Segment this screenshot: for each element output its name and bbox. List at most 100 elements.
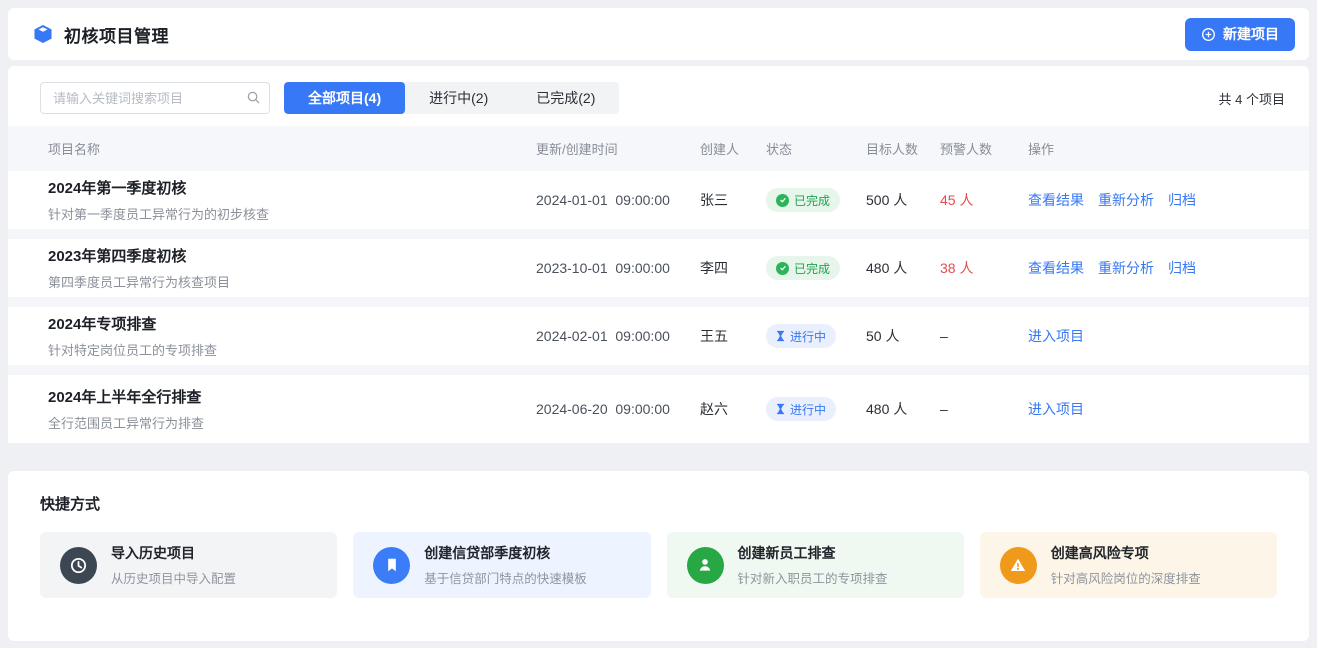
project-time: 2024-06-20 09:00:00 — [536, 401, 700, 417]
shortcut-high-risk-special[interactable]: 创建高风险专项 针对高风险岗位的深度排查 — [980, 532, 1277, 598]
view-results-link[interactable]: 查看结果 — [1028, 192, 1084, 208]
project-name: 2023年第四季度初核 — [48, 245, 536, 266]
shortcut-text: 创建信贷部季度初核 基于信贷部门特点的快速模板 — [424, 543, 587, 587]
project-time: 2024-02-01 09:00:00 — [536, 328, 700, 344]
archive-link[interactable]: 归档 — [1168, 260, 1196, 276]
warning-count: 45 人 — [940, 190, 1028, 210]
warning-count: – — [940, 401, 1028, 417]
project-time: 2024-01-01 09:00:00 — [536, 192, 700, 208]
col-creator: 创建人 — [700, 139, 766, 158]
status-badge: 已完成 — [766, 188, 840, 212]
archive-link[interactable]: 归档 — [1168, 192, 1196, 208]
status-label: 已完成 — [794, 260, 830, 277]
top-header-bar: 初核项目管理 新建项目 — [8, 8, 1309, 60]
view-results-link[interactable]: 查看结果 — [1028, 260, 1084, 276]
enter-project-link[interactable]: 进入项目 — [1028, 328, 1084, 344]
toolbar: 全部项目(4) 进行中(2) 已完成(2) 共 4 个项目 — [8, 78, 1309, 126]
search-box — [40, 82, 270, 114]
status-cell: 已完成 — [766, 256, 866, 280]
check-icon — [776, 262, 789, 275]
col-time: 更新/创建时间 — [536, 139, 700, 158]
actions-cell: 查看结果重新分析归档 — [1028, 190, 1285, 210]
plus-circle-icon — [1201, 27, 1216, 42]
project-desc: 针对第一季度员工异常行为的初步核查 — [48, 204, 536, 223]
table-body: 2024年第一季度初核 针对第一季度员工异常行为的初步核查 2024-01-01… — [8, 171, 1309, 443]
col-target: 目标人数 — [866, 139, 940, 158]
cube-icon — [32, 23, 54, 45]
actions-cell: 查看结果重新分析归档 — [1028, 258, 1285, 278]
shortcuts-section: 快捷方式 导入历史项目 从历史项目中导入配置 — [8, 471, 1309, 641]
shortcut-title: 创建新员工排查 — [738, 543, 888, 563]
reanalyze-link[interactable]: 重新分析 — [1098, 192, 1154, 208]
shortcut-text: 创建高风险专项 针对高风险岗位的深度排查 — [1051, 543, 1201, 587]
warning-count: 38 人 — [940, 258, 1028, 278]
table-row: 2024年上半年全行排查 全行范围员工异常行为排查 2024-06-20 09:… — [8, 375, 1309, 443]
shortcut-desc: 从历史项目中导入配置 — [111, 568, 236, 587]
project-name: 2024年上半年全行排查 — [48, 386, 536, 407]
new-project-button[interactable]: 新建项目 — [1185, 18, 1295, 51]
shortcut-desc: 基于信贷部门特点的快速模板 — [424, 568, 587, 587]
target-count: 480 人 — [866, 258, 940, 278]
project-name-cell: 2024年上半年全行排查 全行范围员工异常行为排查 — [48, 386, 536, 432]
shortcut-desc: 针对高风险岗位的深度排查 — [1051, 568, 1201, 587]
shortcut-new-employee-screening[interactable]: 创建新员工排查 针对新入职员工的专项排查 — [667, 532, 964, 598]
project-name: 2024年第一季度初核 — [48, 177, 536, 198]
shortcut-desc: 针对新入职员工的专项排查 — [738, 568, 888, 587]
reanalyze-link[interactable]: 重新分析 — [1098, 260, 1154, 276]
project-creator: 李四 — [700, 258, 766, 278]
project-name-cell: 2023年第四季度初核 第四季度员工异常行为核查项目 — [48, 245, 536, 291]
project-list-card: 全部项目(4) 进行中(2) 已完成(2) 共 4 个项目 项目名称 更新/创建… — [8, 66, 1309, 443]
tab-completed[interactable]: 已完成(2) — [512, 82, 619, 114]
page: 初核项目管理 新建项目 — [0, 0, 1317, 648]
shortcut-title: 创建高风险专项 — [1051, 543, 1201, 563]
table-row: 2024年第一季度初核 针对第一季度员工异常行为的初步核查 2024-01-01… — [8, 171, 1309, 239]
total-count-text: 共 4 个项目 — [1219, 89, 1285, 108]
shortcut-title: 创建信贷部季度初核 — [424, 543, 587, 563]
shortcut-import-history[interactable]: 导入历史项目 从历史项目中导入配置 — [40, 532, 337, 598]
status-label: 进行中 — [790, 401, 826, 418]
project-name-cell: 2024年专项排查 针对特定岗位员工的专项排查 — [48, 313, 536, 359]
actions-cell: 进入项目 — [1028, 326, 1285, 346]
tab-all-projects[interactable]: 全部项目(4) — [284, 82, 405, 114]
shortcut-credit-dept-review[interactable]: 创建信贷部季度初核 基于信贷部门特点的快速模板 — [353, 532, 650, 598]
actions-cell: 进入项目 — [1028, 399, 1285, 419]
target-count: 50 人 — [866, 326, 940, 346]
table-row: 2023年第四季度初核 第四季度员工异常行为核查项目 2023-10-01 09… — [8, 239, 1309, 307]
project-creator: 赵六 — [700, 399, 766, 419]
status-label: 已完成 — [794, 192, 830, 209]
tab-in-progress[interactable]: 进行中(2) — [405, 82, 512, 114]
status-badge: 进行中 — [766, 397, 836, 421]
status-cell: 已完成 — [766, 188, 866, 212]
shortcut-text: 导入历史项目 从历史项目中导入配置 — [111, 543, 236, 587]
project-creator: 王五 — [700, 326, 766, 346]
status-cell: 进行中 — [766, 397, 866, 421]
col-project-name: 项目名称 — [48, 139, 536, 158]
project-name: 2024年专项排查 — [48, 313, 536, 334]
status-badge: 已完成 — [766, 256, 840, 280]
status-badge: 进行中 — [766, 324, 836, 348]
project-desc: 第四季度员工异常行为核查项目 — [48, 272, 536, 291]
col-actions: 操作 — [1028, 139, 1285, 158]
filter-tabs: 全部项目(4) 进行中(2) 已完成(2) — [284, 82, 619, 114]
warning-icon — [1000, 547, 1037, 584]
shortcuts-title: 快捷方式 — [40, 493, 1277, 514]
project-time: 2023-10-01 09:00:00 — [536, 260, 700, 276]
status-label: 进行中 — [790, 328, 826, 345]
warning-count: – — [940, 328, 1028, 344]
shortcut-text: 创建新员工排查 针对新入职员工的专项排查 — [738, 543, 888, 587]
project-desc: 针对特定岗位员工的专项排查 — [48, 340, 536, 359]
shortcut-title: 导入历史项目 — [111, 543, 236, 563]
search-input[interactable] — [40, 82, 270, 114]
enter-project-link[interactable]: 进入项目 — [1028, 401, 1084, 417]
bookmark-icon — [373, 547, 410, 584]
hourglass-icon — [776, 330, 785, 342]
shortcuts-grid: 导入历史项目 从历史项目中导入配置 创建信贷部季度初核 基于信贷部门特点的快速模… — [40, 532, 1277, 598]
hourglass-icon — [776, 403, 785, 415]
project-creator: 张三 — [700, 190, 766, 210]
project-name-cell: 2024年第一季度初核 针对第一季度员工异常行为的初步核查 — [48, 177, 536, 223]
new-project-label: 新建项目 — [1223, 24, 1279, 44]
clock-icon — [60, 547, 97, 584]
target-count: 480 人 — [866, 399, 940, 419]
search-icon — [246, 90, 261, 110]
person-icon — [687, 547, 724, 584]
